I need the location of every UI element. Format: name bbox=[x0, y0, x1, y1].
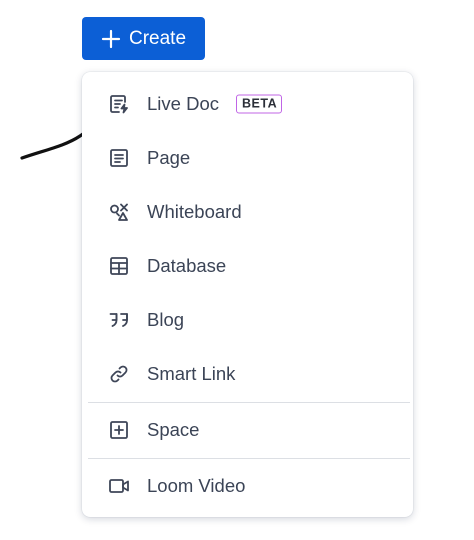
create-menu: Live Doc BETA Page Whiteboard Database B… bbox=[82, 72, 413, 517]
beta-badge: BETA bbox=[236, 94, 283, 114]
live-doc-icon bbox=[108, 93, 130, 115]
menu-item-whiteboard[interactable]: Whiteboard bbox=[82, 185, 413, 239]
whiteboard-icon bbox=[108, 201, 130, 223]
menu-item-page[interactable]: Page bbox=[82, 131, 413, 185]
video-camera-icon bbox=[108, 475, 130, 497]
create-button-label: Create bbox=[128, 27, 187, 49]
menu-item-label: Whiteboard bbox=[147, 201, 242, 222]
create-button[interactable]: Create bbox=[82, 17, 205, 60]
menu-item-label: Loom Video bbox=[147, 475, 246, 496]
plus-icon bbox=[101, 29, 121, 49]
menu-item-label: Space bbox=[147, 419, 200, 440]
menu-item-blog[interactable]: Blog bbox=[82, 293, 413, 347]
menu-item-smart-link[interactable]: Smart Link bbox=[82, 347, 413, 401]
blog-quote-icon bbox=[108, 309, 130, 331]
menu-item-label: Smart Link bbox=[147, 363, 236, 384]
menu-item-database[interactable]: Database bbox=[82, 239, 413, 293]
menu-item-live-doc[interactable]: Live Doc BETA bbox=[82, 77, 413, 131]
menu-item-label: Page bbox=[147, 147, 191, 168]
link-icon bbox=[108, 363, 130, 385]
menu-item-label: Database bbox=[147, 255, 227, 276]
menu-item-label: Blog bbox=[147, 309, 185, 330]
database-icon bbox=[108, 255, 130, 277]
menu-item-loom-video[interactable]: Loom Video bbox=[82, 459, 413, 513]
menu-item-label: Live Doc bbox=[147, 93, 219, 114]
space-icon bbox=[108, 419, 130, 441]
menu-item-space[interactable]: Space bbox=[82, 403, 413, 457]
page-icon bbox=[108, 147, 130, 169]
